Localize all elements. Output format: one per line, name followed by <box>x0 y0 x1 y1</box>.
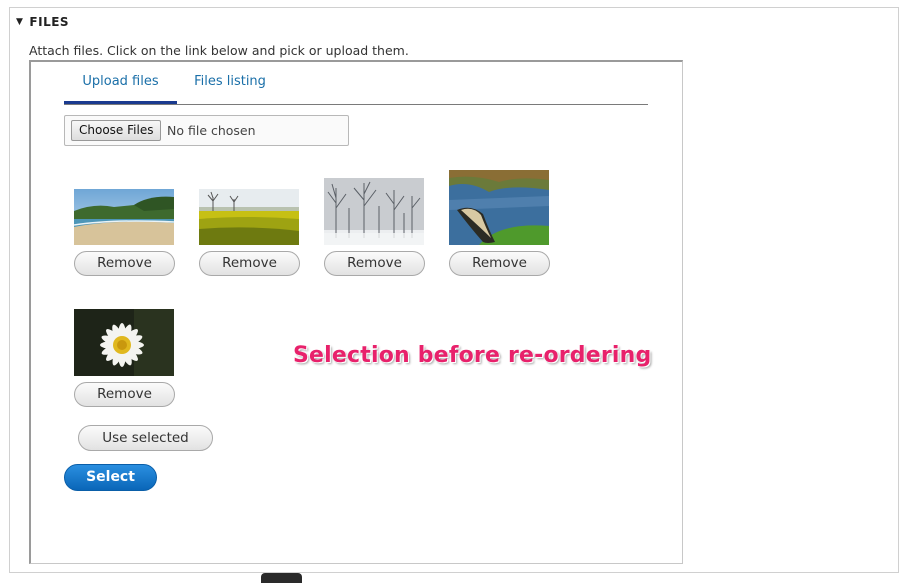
files-legend-toggle[interactable]: ▼ FILES <box>16 15 69 29</box>
yellow-field-image <box>199 189 299 245</box>
choose-files-button[interactable]: Choose Files <box>71 120 162 141</box>
thumbnail-snowy-forest[interactable] <box>324 178 424 245</box>
file-status-text: No file chosen <box>167 123 256 138</box>
thumbnail-beach[interactable] <box>74 189 174 245</box>
daisy-image <box>74 309 174 376</box>
fieldset-legend: FILES <box>29 15 70 29</box>
annotation-caption: Selection before re-ordering <box>293 343 652 368</box>
remove-button-canoe[interactable]: Remove <box>449 251 550 276</box>
use-selected-button[interactable]: Use selected <box>78 425 213 451</box>
remove-button-yellow-field[interactable]: Remove <box>199 251 300 276</box>
collapse-triangle-icon: ▼ <box>16 16 24 27</box>
tab-bar: Upload files Files listing <box>64 64 648 105</box>
canoe-image <box>449 170 549 245</box>
remove-button-snowy-forest[interactable]: Remove <box>324 251 425 276</box>
tab-upload-files[interactable]: Upload files <box>64 64 177 104</box>
bottom-tab-handle <box>261 573 302 583</box>
remove-button-beach[interactable]: Remove <box>74 251 175 276</box>
thumbnail-daisy[interactable] <box>74 309 174 376</box>
snowy-forest-image <box>324 178 424 245</box>
thumbnail-canoe[interactable] <box>449 170 549 245</box>
thumbnail-yellow-field[interactable] <box>199 189 299 245</box>
beach-image <box>74 189 174 245</box>
tab-files-listing[interactable]: Files listing <box>185 64 275 104</box>
select-button[interactable]: Select <box>64 464 157 491</box>
file-upload-field[interactable]: Choose Files No file chosen <box>64 115 349 146</box>
fieldset-description: Attach files. Click on the link below an… <box>29 43 409 58</box>
remove-button-daisy[interactable]: Remove <box>74 382 175 407</box>
